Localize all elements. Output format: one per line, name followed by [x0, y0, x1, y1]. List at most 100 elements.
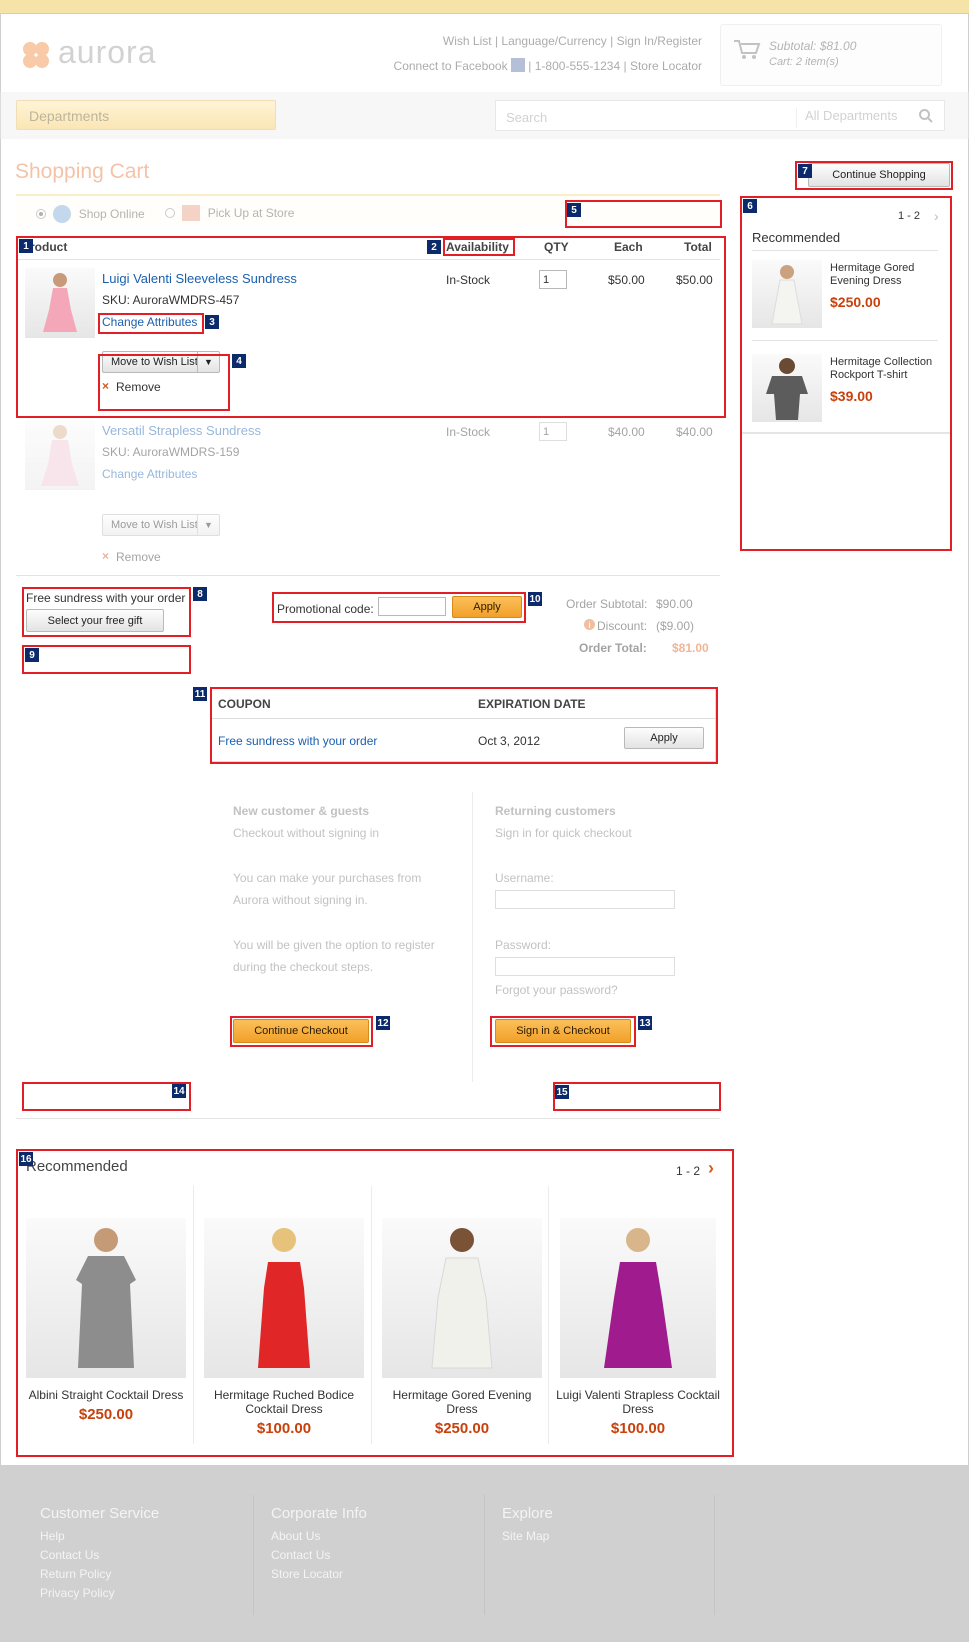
globe-icon — [53, 205, 72, 223]
page-title: Shopping Cart — [15, 160, 150, 183]
product-name-link[interactable]: Versatil Strapless Sundress — [102, 423, 261, 438]
cart-item: Versatil Strapless Sundress SKU: AuroraW… — [16, 414, 720, 564]
footer-link[interactable]: Store Locator — [271, 1567, 343, 1581]
utility-links-row1: Wish List | Language/Currency | Sign In/… — [442, 34, 702, 48]
annotation-box-4 — [98, 354, 230, 411]
footer-col-title: Corporate Info — [271, 1505, 367, 1522]
new-customer-text: You can make your purchases from — [233, 871, 422, 885]
qty-input[interactable]: 1 — [539, 422, 567, 441]
facebook-icon — [510, 58, 525, 72]
pick-up-radio[interactable] — [165, 208, 175, 218]
annotation-box-11 — [210, 687, 718, 764]
language-currency-link[interactable]: Language/Currency — [501, 34, 606, 48]
annotation-tag-2: 2 — [427, 240, 441, 254]
search-scope-select[interactable]: All Departments — [796, 108, 897, 128]
aurora-logo-icon — [23, 42, 49, 68]
footer-link[interactable]: Contact Us — [40, 1548, 99, 1562]
chevron-down-icon[interactable]: ▼ — [197, 515, 219, 535]
top-accent-bar — [0, 0, 969, 14]
discount-label: Discount: — [597, 619, 648, 633]
change-attributes-link[interactable]: Change Attributes — [102, 467, 197, 481]
annotation-tag-7: 7 — [798, 164, 812, 178]
annotation-box-8 — [22, 587, 191, 637]
annotation-tag-12: 12 — [376, 1016, 390, 1030]
shop-online-option[interactable]: Shop Online — [36, 205, 145, 223]
shop-online-radio[interactable] — [36, 209, 46, 219]
annotation-tag-11: 11 — [193, 687, 207, 701]
annotation-box-9 — [22, 645, 191, 674]
annotation-tag-4: 4 — [232, 354, 246, 368]
annotation-box-12 — [230, 1016, 373, 1047]
product-sku: SKU: AuroraWMDRS-159 — [102, 445, 240, 459]
info-icon: i — [584, 619, 595, 630]
footer-link[interactable]: Help — [40, 1529, 65, 1543]
footer-link[interactable]: About Us — [271, 1529, 320, 1543]
new-customer-subtitle: Checkout without signing in — [233, 826, 380, 840]
search-bar[interactable]: Search All Departments — [495, 100, 945, 131]
product-image[interactable] — [25, 420, 95, 490]
sign-in-link[interactable]: Sign In/Register — [617, 34, 702, 48]
phone-number: 1-800-555-1234 — [534, 59, 621, 73]
order-total-label: Order Total: — [579, 641, 647, 655]
subtotal-value: $90.00 — [656, 597, 693, 611]
divider — [16, 1118, 720, 1119]
store-icon — [182, 205, 201, 221]
pick-up-option[interactable]: Pick Up at Store — [165, 205, 294, 221]
mini-cart[interactable]: Subtotal: $81.00 Cart: 2 item(s) — [720, 24, 942, 86]
footer-link[interactable]: Site Map — [502, 1529, 549, 1543]
new-customer-text: You will be given the option to register — [233, 938, 435, 952]
store-locator-link[interactable]: Store Locator — [630, 59, 702, 73]
annotation-tag-16: 16 — [19, 1152, 33, 1166]
footer: Customer Service Help Contact Us Return … — [0, 1465, 969, 1642]
remove-link[interactable]: Remove — [116, 550, 161, 564]
search-icon[interactable] — [918, 108, 934, 124]
annotation-tag-5: 5 — [567, 203, 581, 217]
footer-col-title: Explore — [502, 1505, 553, 1522]
username-input[interactable] — [495, 890, 675, 909]
new-customer-title: New customer & guests — [233, 804, 370, 818]
cart-icon — [734, 40, 761, 59]
footer-link[interactable]: Privacy Policy — [40, 1586, 115, 1600]
mini-cart-count: Cart: 2 item(s) — [769, 56, 839, 68]
password-label: Password: — [495, 938, 552, 952]
move-to-wish-list-button[interactable]: Move to Wish List ▼ — [102, 514, 220, 536]
annotation-box-14 — [22, 1082, 191, 1111]
order-total-value: $81.00 — [672, 641, 709, 655]
departments-button[interactable]: Departments — [16, 100, 276, 130]
remove-icon[interactable]: × — [102, 549, 109, 563]
annotation-box-2 — [443, 238, 515, 256]
password-input[interactable] — [495, 957, 675, 976]
annotation-box-13 — [490, 1016, 636, 1047]
move-to-wish-list-label: Move to Wish List — [111, 519, 198, 531]
logo[interactable]: aurora — [20, 34, 190, 72]
subtotal-label: Order Subtotal: — [566, 597, 648, 611]
dress-floral-icon — [41, 425, 79, 486]
forgot-password-link[interactable]: Forgot your password? — [495, 983, 618, 997]
annotation-box-3 — [98, 313, 204, 334]
new-customer-text: during the checkout steps. — [233, 960, 374, 974]
annotation-tag-6: 6 — [743, 199, 757, 213]
facebook-link[interactable]: Connect to Facebook — [394, 59, 508, 73]
checkout-divider — [472, 792, 473, 1082]
divider — [16, 575, 720, 576]
annotation-tag-10: 10 — [528, 592, 542, 606]
footer-col-title: Customer Service — [40, 1505, 160, 1522]
each-price: $40.00 — [608, 425, 645, 439]
mini-cart-subtotal: Subtotal: $81.00 — [769, 39, 857, 53]
total-price: $40.00 — [676, 425, 713, 439]
footer-link[interactable]: Contact Us — [271, 1548, 330, 1562]
annotation-tag-14: 14 — [172, 1084, 186, 1098]
utility-links-row2: Connect to Facebook | 1-800-555-1234 | S… — [393, 58, 702, 73]
divider — [714, 1495, 715, 1615]
availability-value: In-Stock — [446, 425, 491, 439]
annotation-box-16 — [16, 1149, 734, 1457]
footer-link[interactable]: Return Policy — [40, 1567, 111, 1581]
annotation-tag-9: 9 — [25, 648, 39, 662]
annotation-box-5 — [565, 200, 722, 228]
returning-subtitle: Sign in for quick checkout — [495, 826, 632, 840]
annotation-tag-1: 1 — [19, 239, 33, 253]
wish-list-link[interactable]: Wish List — [443, 34, 492, 48]
divider — [253, 1495, 254, 1615]
search-input[interactable]: Search — [506, 110, 547, 125]
annotation-tag-8: 8 — [193, 587, 207, 601]
